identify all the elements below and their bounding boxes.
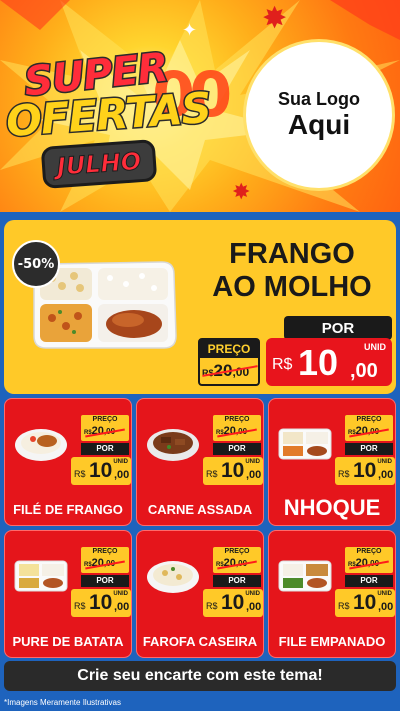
food-image [278,428,332,460]
featured-name-line2: AO MOLHO [212,271,372,303]
price-int: 10 [221,591,245,614]
price-unit: UNID [377,591,392,597]
price-unit: UNID [113,459,128,465]
price-int: 10 [298,342,339,383]
old-price-tag: PREÇO R$20,00 [345,415,393,441]
por-label: POR [345,443,393,455]
old-price-tag: PREÇO R$20,00 [198,338,260,386]
food-image [147,561,199,593]
old-price-tag: PREÇO R$20,00 [81,415,129,441]
price-int: 10 [221,459,245,482]
por-label: POR [213,575,261,587]
preco-label: PREÇO [200,340,258,358]
header-banner: ✸ ✸ ✦ 00 SUPER OFERTAS JULHO Sua Logo Aq… [0,0,400,212]
por-label: POR [345,575,393,587]
preco-label: PREÇO [224,548,250,555]
logo-text-line1: Sua Logo [278,89,360,110]
month-badge-label: JULHO [56,147,143,182]
price-currency: R$ [272,356,293,373]
por-label: POR [81,575,129,587]
discount-badge: -50% [12,240,60,288]
old-price-tag: PREÇO R$20,00 [81,547,129,573]
price-currency: R$ [206,601,218,611]
price-cents: ,00 [114,469,130,481]
product-name: CARNE ASSADA [147,502,253,517]
featured-product-card[interactable]: -50% FRANGO AO MOLHO POR PREÇO R$20,00 R… [4,220,396,394]
featured-product-name: FRANGO AO MOLHO [196,238,388,304]
food-image [15,429,67,461]
product-name: PURE DE BATATA [12,634,124,649]
price-cents: ,00 [378,601,394,613]
logo-text-line2: Aqui [287,109,351,141]
offers-area: -50% FRANGO AO MOLHO POR PREÇO R$20,00 R… [0,212,400,711]
price-unit: UNID [364,342,386,352]
price-currency: R$ [74,469,86,479]
price-unit: UNID [245,591,260,597]
price-cents: ,00 [246,469,262,481]
product-card-5[interactable]: PREÇO R$20,00 POR R$ 10 ,00 UNID FAROFA … [136,530,264,658]
logo-placeholder: Sua Logo Aqui [246,42,392,188]
preco-label: PREÇO [92,548,118,555]
price-cents: ,00 [114,601,130,613]
product-name: NHOQUE [283,495,381,520]
price-tag: R$ 10 ,00 UNID [203,457,263,485]
price-int: 10 [353,591,377,614]
price-tag: R$ 10 ,00 UNID [71,457,131,485]
por-label: POR [284,316,392,340]
price-currency: R$ [74,601,86,611]
product-name: FAROFA CASEIRA [142,634,258,649]
product-name: FILÉ DE FRANGO [13,502,123,517]
product-card-3[interactable]: PREÇO R$20,00 POR R$ 10 ,00 UNID NHOQUE [268,398,396,526]
disclaimer: *Imagens Meramente Ilustrativas [4,698,121,707]
food-image [147,429,199,461]
product-card-2[interactable]: PREÇO R$20,00 POR R$ 10 ,00 UNID CARNE A… [136,398,264,526]
featured-price-tag: R$ 10 ,00 UNID [266,338,392,386]
product-card-6[interactable]: PREÇO R$20,00 POR R$ 10 ,00 UNID FILE EM… [268,530,396,658]
sparkle-icon: ✦ [182,20,198,41]
cta-button[interactable]: Crie seu encarte com este tema! [4,661,396,691]
price-tag: R$ 10 ,00 UNID [71,589,131,617]
price-cents: ,00 [378,469,394,481]
price-currency: R$ [338,601,350,611]
price-unit: UNID [245,459,260,465]
sparkle-icon: ✸ [232,180,251,205]
month-badge: JULHO [40,139,158,189]
sparkle-icon: ✸ [262,1,288,36]
preco-label: PREÇO [356,416,382,423]
old-price-tag: PREÇO R$20,00 [213,415,261,441]
price-currency: R$ [338,469,350,479]
product-card-4[interactable]: PREÇO R$20,00 POR R$ 10 ,00 UNID PURE DE… [4,530,132,658]
price-int: 10 [353,459,377,482]
por-label: POR [81,443,129,455]
food-image [14,560,68,592]
price-cents: ,00 [246,601,262,613]
price-currency: R$ [206,469,218,479]
price-tag: R$ 10 ,00 UNID [203,589,263,617]
food-image [278,560,332,592]
por-label: POR [213,443,261,455]
price-tag: R$ 10 ,00 UNID [335,457,395,485]
price-tag: R$ 10 ,00 UNID [335,589,395,617]
old-price-tag: PREÇO R$20,00 [213,547,261,573]
preco-label: PREÇO [224,416,250,423]
product-card-1[interactable]: PREÇO R$20,00 POR R$ 10 ,00 UNID FILÉ DE… [4,398,132,526]
price-unit: UNID [113,591,128,597]
preco-label: PREÇO [356,548,382,555]
price-int: 10 [89,591,113,614]
product-name: FILE EMPANADO [278,634,386,649]
old-price-tag: PREÇO R$20,00 [345,547,393,573]
price-int: 10 [89,459,113,482]
price-unit: UNID [377,459,392,465]
price-cents: ,00 [350,360,378,382]
preco-label: PREÇO [92,416,118,423]
featured-name-line1: FRANGO [229,238,355,270]
